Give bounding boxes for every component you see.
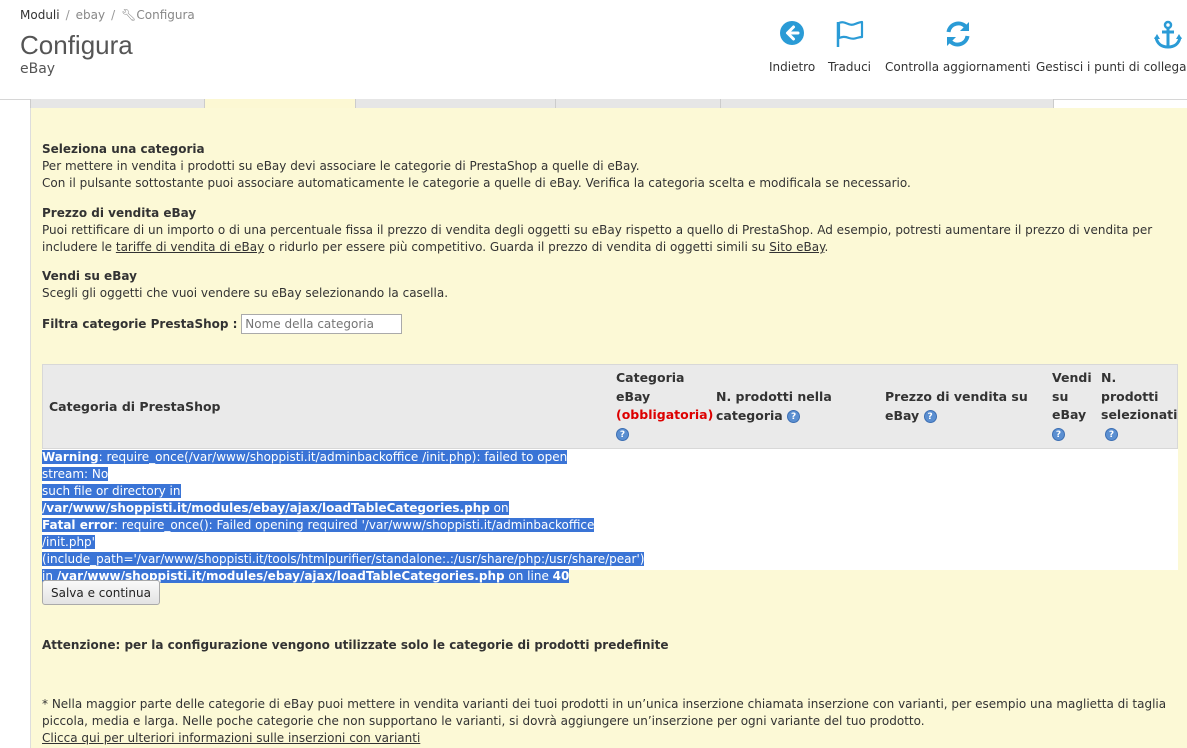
col-label: su — [1052, 388, 1069, 404]
section-text: Puoi rettificare di un importo o di una … — [42, 222, 1182, 256]
help-icon[interactable]: ? — [787, 409, 801, 423]
manage-hooks-button[interactable]: Gestisci i punti di collegamento — [1036, 20, 1187, 74]
translate-button-label: Traduci — [828, 60, 872, 74]
col-label: eBay — [616, 388, 651, 404]
col-label: N. — [1101, 370, 1117, 385]
help-icon[interactable]: ? — [1052, 427, 1065, 441]
attention-note: Attenzione: per la configurazione vengon… — [42, 638, 669, 652]
col-sell-on-ebay: Vendi su eBay ? — [1052, 369, 1092, 443]
tab-1[interactable] — [31, 99, 205, 108]
col-label: Categoria — [616, 370, 685, 385]
col-label: Vendi — [1052, 370, 1092, 385]
col-label: eBay — [885, 407, 920, 423]
col-ebay-category: Categoria eBay (obbligatoria) ? — [616, 369, 713, 443]
section-sell: Vendi su eBay Scegli gli oggetti che vuo… — [42, 268, 1182, 302]
section-title: Vendi su eBay — [42, 269, 137, 283]
tab-strip — [30, 99, 1054, 108]
category-filter-input[interactable] — [241, 314, 403, 334]
col-selected-products: N. prodotti selezionati ? — [1101, 369, 1177, 443]
error-text: (include_path='/var/www/shoppisti.it/too… — [42, 552, 645, 566]
error-text: : require_once(/var/www/shoppisti.it/adm… — [42, 450, 568, 481]
required-label: (obbligatoria) — [616, 407, 714, 422]
section-text-part: . — [824, 240, 829, 254]
col-label: N. prodotti nella — [716, 389, 832, 404]
col-label: categoria — [716, 407, 783, 423]
arrow-left-circle-icon — [769, 20, 815, 54]
tab-categories-active[interactable] — [205, 99, 356, 108]
fatal-error-label: Fatal error — [42, 518, 114, 532]
toolbar: Indietro Traduci Controlla aggiornamenti… — [0, 20, 1187, 80]
check-updates-button[interactable]: Controlla aggiornamenti — [885, 20, 1031, 74]
tab-3[interactable] — [356, 99, 556, 108]
section-text-part: o ridurlo per essere più competitivo. Gu… — [264, 240, 770, 254]
error-text: such file or directory in — [42, 484, 181, 498]
variations-info-link[interactable]: Clicca qui per ulteriori informazioni su… — [42, 731, 420, 745]
tab-4[interactable] — [556, 99, 721, 108]
refresh-icon — [885, 20, 1031, 54]
ebay-fees-link[interactable]: tariffe di vendita di eBay — [116, 240, 264, 254]
help-icon[interactable]: ? — [1105, 427, 1118, 441]
section-text: Scegli gli oggetti che vuoi vendere su e… — [42, 286, 449, 300]
section-title: Prezzo di vendita eBay — [42, 206, 197, 220]
back-button[interactable]: Indietro — [769, 20, 815, 74]
error-text: on line — [504, 569, 553, 583]
page-header: Moduli / ebay / 🔧︎Configura Configura eBay I… — [0, 0, 1187, 100]
section-price: Prezzo di vendita eBay Puoi rettificare … — [42, 205, 1182, 256]
check-updates-button-label: Controlla aggiornamenti — [885, 60, 1031, 74]
error-text: : require_once(): Failed opening require… — [42, 518, 595, 549]
variations-footnote: * Nella maggior parte delle categorie di… — [42, 696, 1177, 747]
table-header: Categoria di PrestaShop Categoria eBay (… — [42, 364, 1178, 449]
anchor-icon — [1036, 20, 1187, 54]
filter-label: Filtra categorie PrestaShop : — [42, 317, 238, 331]
section-select-category: Seleziona una categoria Per mettere in v… — [42, 141, 1182, 192]
config-panel: Seleziona una categoria Per mettere in v… — [30, 108, 1187, 748]
error-text: on — [489, 501, 509, 515]
translate-button[interactable]: Traduci — [828, 20, 871, 74]
warning-label: Warning — [42, 450, 99, 464]
col-prestashop-category: Categoria di PrestaShop — [49, 399, 221, 414]
manage-hooks-button-label: Gestisci i punti di collegamento — [1036, 60, 1187, 74]
help-icon[interactable]: ? — [923, 409, 937, 423]
col-sale-price: Prezzo di vendita su eBay ? — [885, 388, 1028, 425]
fatal-error-message: Fatal error: require_once(): Failed open… — [42, 517, 645, 585]
section-text: Con il pulsante sottostante puoi associa… — [42, 176, 911, 190]
col-label: eBay — [1052, 407, 1087, 422]
col-label: selezionati — [1101, 407, 1178, 422]
col-products-count: N. prodotti nella categoria ? — [716, 388, 832, 425]
error-line: 40 — [552, 569, 570, 583]
category-filter: Filtra categorie PrestaShop : — [42, 314, 403, 334]
tab-5[interactable] — [721, 99, 1053, 108]
ebay-site-link[interactable]: Sito eBay — [769, 240, 824, 254]
col-label: Prezzo di vendita su — [885, 389, 1028, 404]
error-path: /var/www/shoppisti.it/modules/ebay/ajax/… — [42, 501, 490, 515]
table-body: Warning: require_once(/var/www/shoppisti… — [42, 449, 1178, 583]
help-icon[interactable]: ? — [616, 427, 629, 441]
back-button-label: Indietro — [769, 60, 816, 74]
section-title: Seleziona una categoria — [42, 142, 205, 156]
section-text: Per mettere in vendita i prodotti su eBa… — [42, 159, 640, 173]
save-continue-button[interactable]: Salva e continua — [42, 580, 160, 605]
col-label: prodotti — [1101, 388, 1159, 404]
footnote-text: * Nella maggior parte delle categorie di… — [42, 697, 1167, 728]
flag-icon — [828, 20, 871, 54]
